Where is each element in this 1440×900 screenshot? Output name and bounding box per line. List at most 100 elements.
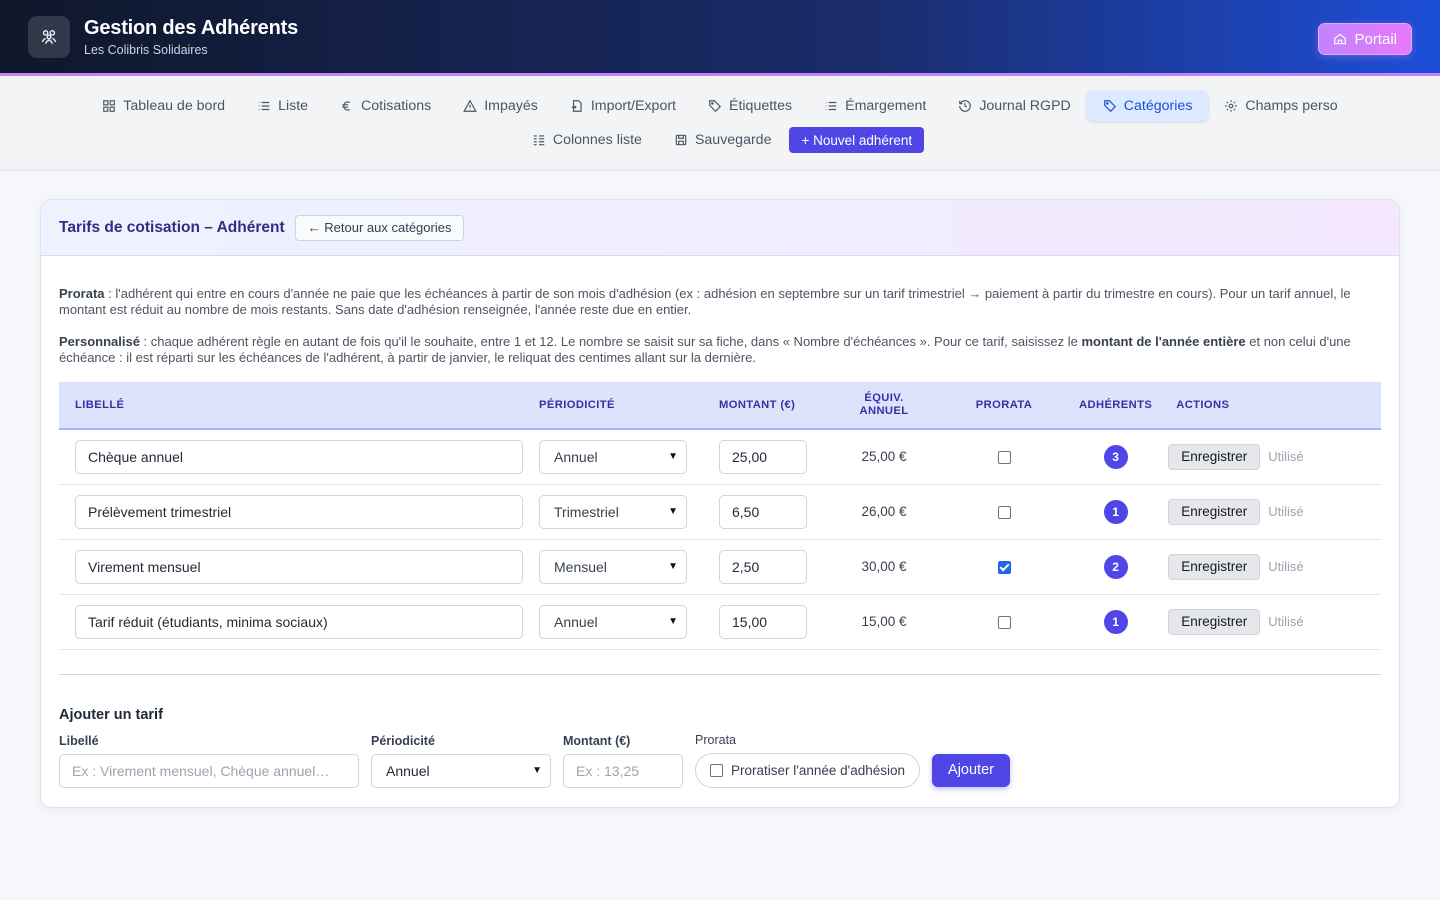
tab-cotisations[interactable]: Cotisations — [324, 91, 447, 121]
personnalise-note: Personnalisé : chaque adhérent règle en … — [59, 334, 1381, 366]
row-actions-cell: Enregistrer Utilisé — [1152, 429, 1381, 485]
col-prorata: Prorata — [929, 382, 1079, 430]
libelle-input[interactable]: Chèque annuel — [75, 439, 523, 474]
libelle-input[interactable]: Prélèvement trimestriel — [75, 494, 523, 529]
tab-sauvegarde-label: Sauvegarde — [694, 132, 772, 148]
row-periodicite-cell: Trimestriel ▼ — [539, 484, 719, 540]
app-header: Gestion des Adhérents Les Colibris Solid… — [0, 0, 1440, 76]
card-title: Tarifs de cotisation – Adhérent — [59, 218, 285, 236]
periodicite-select[interactable]: Annuel ▼ — [539, 604, 687, 639]
add-prorata-checkbox[interactable] — [710, 763, 723, 777]
prorata-note-title: Prorata — [59, 286, 105, 301]
prorata-checkbox[interactable] — [997, 560, 1011, 574]
add-tarif-form: Libellé Ex : Virement mensuel, Chèque an… — [59, 733, 1381, 788]
tab-emargement[interactable]: Émargement — [808, 91, 942, 121]
add-prorata-toggle[interactable]: Proratiser l'année d'adhésion — [695, 752, 921, 788]
col-equiv-line1: Équiv. — [864, 392, 904, 404]
row-adherents-cell: 1 — [1079, 484, 1153, 540]
row-montant-cell: 2,50 — [719, 539, 839, 595]
row-libelle-cell: Chèque annuel — [59, 429, 539, 485]
equiv-annuel: 26,00 € — [839, 484, 929, 540]
adherents-count-badge: 1 — [1103, 609, 1128, 634]
row-montant-cell: 6,50 — [719, 484, 839, 540]
tab-dashboard-label: Tableau de bord — [123, 98, 226, 114]
adherents-count-badge: 3 — [1103, 444, 1128, 469]
row-prorata-cell — [929, 429, 1079, 485]
add-tarif-button[interactable]: Ajouter — [932, 753, 1010, 787]
home-icon — [1334, 33, 1347, 45]
adherents-count-badge: 1 — [1103, 499, 1128, 524]
montant-input[interactable]: 15,00 — [719, 604, 807, 639]
row-adherents-cell: 1 — [1079, 594, 1153, 650]
app-title: Gestion des Adhérents — [84, 16, 298, 39]
periodicite-value: Mensuel — [554, 558, 607, 575]
back-to-categories-button[interactable]: ← Retour aux catégories — [294, 214, 465, 241]
nav-row-1: Tableau de bord Liste Cotisations Impayé… — [0, 91, 1440, 121]
add-libelle-input[interactable]: Ex : Virement mensuel, Chèque annuel… — [59, 753, 359, 788]
add-montant-input[interactable]: Ex : 13,25 — [563, 753, 683, 788]
montant-input[interactable]: 6,50 — [719, 494, 807, 529]
tab-categories[interactable]: Catégories — [1086, 91, 1209, 121]
save-button[interactable]: Enregistrer — [1168, 608, 1261, 635]
main-nav: Tableau de bord Liste Cotisations Impayé… — [0, 76, 1440, 171]
row-libelle-cell: Tarif réduit (étudiants, minima sociaux) — [59, 594, 539, 650]
col-libelle: Libellé — [59, 382, 539, 430]
save-icon — [675, 134, 687, 146]
app-subtitle: Les Colibris Solidaires — [84, 42, 208, 57]
add-montant-field: Montant (€) Ex : 13,25 — [563, 734, 683, 788]
save-button[interactable]: Enregistrer — [1168, 553, 1261, 580]
prorata-checkbox[interactable] — [997, 615, 1011, 629]
tarifs-card: Tarifs de cotisation – Adhérent ← Retour… — [40, 199, 1400, 808]
list-icon — [258, 101, 270, 111]
chevron-down-icon: ▼ — [532, 765, 542, 776]
col-adherents: Adhérents — [1079, 382, 1153, 430]
warning-icon — [463, 99, 478, 112]
table-row: Tarif réduit (étudiants, minima sociaux)… — [59, 594, 1381, 650]
tab-dashboard[interactable]: Tableau de bord — [86, 91, 241, 121]
periodicite-select[interactable]: Trimestriel ▼ — [539, 494, 687, 529]
new-member-button[interactable]: + Nouvel adhérent — [789, 127, 925, 153]
chevron-down-icon: ▼ — [668, 451, 678, 463]
portal-button[interactable]: Portail — [1318, 23, 1412, 55]
people-icon — [41, 29, 57, 44]
add-tarif-title: Ajouter un tarif — [59, 706, 163, 723]
tab-etiquettes[interactable]: Étiquettes — [692, 91, 808, 121]
chevron-down-icon: ▼ — [668, 506, 678, 517]
table-row: Prélèvement trimestriel Trimestriel ▼ 6,5… — [59, 484, 1381, 540]
tab-impayes[interactable]: Impayés — [447, 91, 554, 121]
periodicite-select[interactable]: Mensuel ▼ — [539, 549, 687, 584]
libelle-input[interactable]: Tarif réduit (étudiants, minima sociaux) — [75, 604, 523, 639]
add-prorata-checkbox-label: Proratiser l'année d'adhésion — [731, 762, 906, 778]
tab-import-export[interactable]: Import/Export — [554, 91, 692, 121]
tab-champs-perso[interactable]: Champs perso — [1208, 91, 1353, 121]
periodicite-select[interactable]: Annuel ▼ — [539, 439, 687, 474]
row-periodicite-cell: Annuel ▼ — [539, 594, 719, 650]
save-button[interactable]: Enregistrer — [1168, 443, 1261, 470]
tab-colonnes-liste[interactable]: Colonnes liste — [516, 125, 658, 155]
portal-button-label: Portail — [1354, 30, 1397, 48]
libelle-input[interactable]: Virement mensuel — [75, 549, 523, 584]
row-periodicite-cell: Annuel ▼ — [539, 429, 719, 485]
tab-impayes-label: Impayés — [484, 98, 538, 114]
add-periodicite-field: Périodicité Annuel ▼ — [371, 734, 551, 788]
montant-input[interactable]: 2,50 — [719, 549, 807, 584]
row-periodicite-cell: Mensuel ▼ — [539, 539, 719, 595]
col-montant: Montant (€) — [719, 382, 839, 430]
tarifs-table: Libellé Périodicité Montant (€) Équiv. an… — [59, 382, 1381, 650]
file-transfer-icon — [571, 100, 582, 112]
chevron-down-icon: ▼ — [668, 561, 678, 572]
montant-input[interactable]: 25,00 — [719, 439, 807, 474]
save-button[interactable]: Enregistrer — [1168, 498, 1261, 525]
tab-journal-rgpd[interactable]: Journal RGPD — [942, 91, 1086, 121]
periodicite-value: Trimestriel — [554, 503, 619, 520]
row-adherents-cell: 3 — [1079, 429, 1153, 485]
section-divider — [59, 673, 1381, 675]
tab-emargement-label: Émargement — [845, 98, 927, 114]
add-periodicite-select[interactable]: Annuel ▼ — [371, 753, 551, 788]
tab-sauvegarde[interactable]: Sauvegarde — [658, 125, 788, 155]
personnalise-note-title: Personnalisé — [59, 334, 140, 349]
prorata-checkbox[interactable] — [997, 505, 1011, 519]
prorata-checkbox[interactable] — [997, 451, 1011, 465]
gear-icon — [1225, 100, 1238, 112]
tab-list[interactable]: Liste — [241, 91, 324, 121]
